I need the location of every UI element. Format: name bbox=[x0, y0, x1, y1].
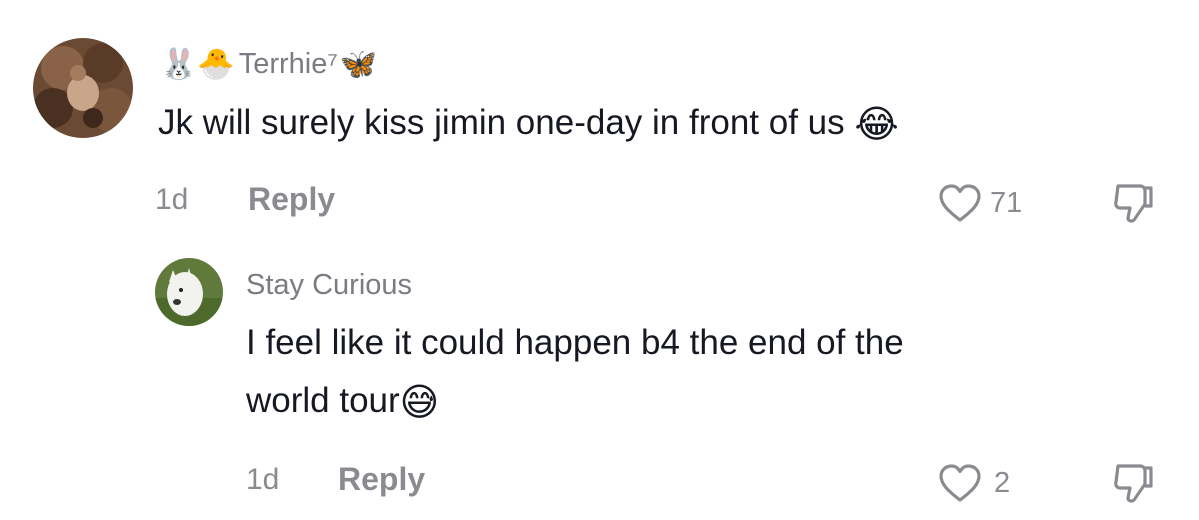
reply-button[interactable]: Reply bbox=[338, 461, 425, 498]
thumbs-down-outline-icon bbox=[1114, 464, 1153, 503]
like-count: 2 bbox=[994, 466, 1011, 499]
heart-outline-icon bbox=[939, 464, 981, 502]
comment-text: I feel like it could happen b4 the end o… bbox=[246, 316, 1146, 430]
avatar[interactable] bbox=[33, 38, 133, 138]
heart-outline-icon bbox=[939, 184, 981, 222]
comment-line-1: I feel like it could happen b4 the end o… bbox=[246, 323, 904, 362]
comment-line-2: world tour😅 bbox=[246, 374, 1146, 430]
comment-body: world tour bbox=[246, 381, 400, 420]
laughing-emoji: 😂 bbox=[854, 103, 899, 146]
username-suffix-emoji: 🦋 bbox=[339, 47, 378, 81]
avatar[interactable] bbox=[155, 258, 223, 326]
comment-time: 1d bbox=[246, 463, 280, 496]
dislike-button[interactable] bbox=[1110, 460, 1160, 506]
comment-text: Jk will surely kiss jimin one-day in fro… bbox=[158, 96, 1158, 152]
username-text: Stay Curious bbox=[246, 268, 413, 301]
sweat-smile-emoji: 😅 bbox=[399, 381, 440, 424]
comment-body: Jk will surely kiss jimin one-day in fro… bbox=[158, 103, 845, 142]
like-button[interactable]: 2 bbox=[938, 460, 1048, 506]
like-button[interactable]: 71 bbox=[938, 180, 1048, 226]
username-text: Terrhie⁷ bbox=[238, 47, 338, 80]
reply-button[interactable]: Reply bbox=[248, 181, 335, 218]
username-prefix-emoji: 🐰🐣 bbox=[160, 47, 235, 81]
thumbs-down-outline-icon bbox=[1114, 184, 1153, 223]
comment-username[interactable]: 🐰🐣 Terrhie⁷ 🦋 bbox=[160, 40, 377, 88]
comment-time: 1d bbox=[155, 183, 189, 216]
like-count: 71 bbox=[990, 186, 1023, 219]
comment-username[interactable]: Stay Curious bbox=[246, 265, 412, 305]
dislike-button[interactable] bbox=[1110, 180, 1160, 226]
